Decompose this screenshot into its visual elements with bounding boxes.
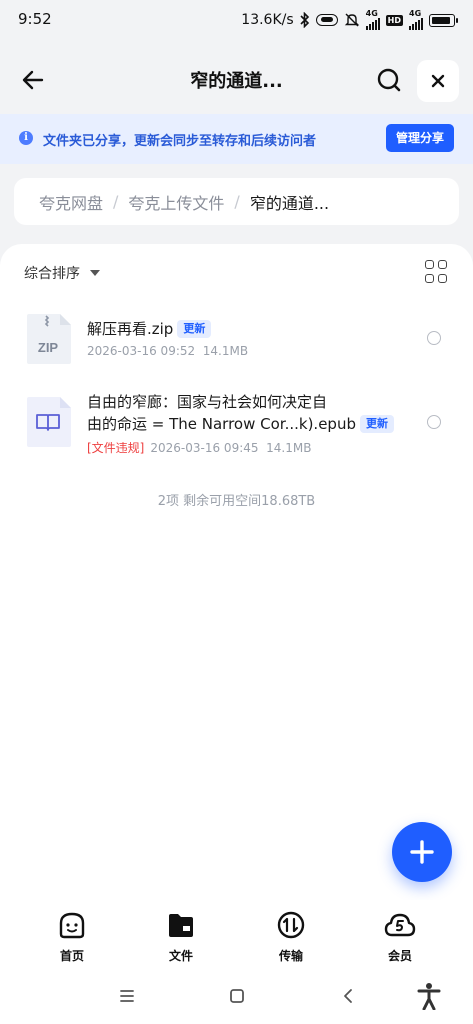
close-icon	[431, 74, 445, 88]
grid-cell-icon	[425, 274, 434, 283]
breadcrumb: 夸克网盘 / 夸克上传文件 / 窄的通道...	[14, 178, 459, 225]
tab-transfer-label: 传输	[278, 949, 303, 963]
file-meta: 2026-03-16 09:52 14.1MB	[87, 344, 248, 358]
list-item[interactable]: ZIP 解压再看.zip 更新 2026-03-16 09:52 14.1MB	[0, 306, 473, 376]
list-item[interactable]: 自由的窄廊：国家与社会如何决定自 由的命运 = The Narrow Cor..…	[0, 389, 473, 469]
tab-transfer[interactable]: 传输	[256, 910, 326, 964]
add-button[interactable]	[392, 822, 452, 882]
info-icon: i	[19, 131, 33, 145]
back-nav-button[interactable]	[333, 982, 363, 1010]
bottom-tab-bar: 首页 文件 传输 会员	[0, 900, 473, 970]
sort-dropdown[interactable]: 综合排序	[24, 263, 100, 283]
menu-lines-icon	[120, 990, 134, 1002]
signal-1: 4G	[365, 9, 380, 30]
update-badge: 更新	[177, 320, 212, 338]
svg-text:ZIP: ZIP	[38, 340, 59, 355]
accessibility-button[interactable]	[414, 982, 444, 1010]
zip-file-icon: ZIP	[27, 314, 71, 364]
battery-icon	[429, 13, 458, 27]
file-meta: [文件违规] 2026-03-16 09:45 14.1MB	[87, 439, 311, 456]
mute-bell-icon	[344, 13, 359, 27]
file-size: 14.1MB	[202, 344, 249, 358]
signal-2: 4G	[409, 10, 423, 30]
select-radio[interactable]	[427, 331, 441, 345]
file-date: 2026-03-16 09:52	[87, 344, 196, 358]
search-icon	[377, 68, 401, 92]
home-nav-button[interactable]	[222, 982, 252, 1010]
plus-icon	[410, 840, 434, 864]
file-name-line-1: 自由的窄廊：国家与社会如何决定自	[87, 393, 328, 411]
nav-bar: 窄的通道...	[0, 55, 473, 105]
net-type-1: 4G	[365, 9, 378, 18]
breadcrumb-item-root[interactable]: 夸克网盘	[39, 190, 103, 214]
folder-icon	[169, 914, 193, 937]
grid-cell-icon	[438, 274, 447, 283]
file-size: 14.1MB	[266, 441, 312, 455]
violation-label: [文件违规]	[87, 441, 145, 455]
menu-button[interactable]	[112, 982, 142, 1010]
file-name-line-2: 由的命运 = The Narrow Cor...k).epub 更新	[87, 413, 394, 435]
grid-cell-icon	[438, 260, 447, 269]
caret-down-icon	[90, 270, 100, 276]
file-name: 自由的窄廊：国家与社会如何决定自 由的命运 = The Narrow Cor..…	[87, 391, 394, 435]
home-face-icon	[59, 912, 85, 939]
transfer-icon	[277, 911, 305, 939]
tab-home[interactable]: 首页	[37, 910, 107, 964]
tab-home-label: 首页	[59, 949, 84, 963]
member-cloud-icon	[384, 913, 416, 937]
chevron-left-icon	[344, 989, 352, 1003]
grid-view-toggle[interactable]	[425, 260, 449, 284]
signal-bars-1-icon	[365, 18, 380, 30]
grid-cell-icon	[425, 260, 434, 269]
bluetooth-icon	[300, 12, 309, 28]
breadcrumb-separator: /	[113, 192, 119, 211]
tab-member-label: 会员	[387, 949, 412, 963]
tab-files[interactable]: 文件	[146, 910, 216, 964]
search-button[interactable]	[368, 61, 410, 99]
file-name-text: 解压再看.zip	[87, 320, 174, 338]
accessibility-icon	[417, 983, 441, 1010]
share-banner: i 文件夹已分享，更新会同步至转存和后续访问者 管理分享	[0, 114, 473, 164]
select-radio[interactable]	[427, 415, 441, 429]
net-type-2: 4G	[409, 9, 422, 18]
sort-label: 综合排序	[24, 266, 80, 282]
manage-share-button[interactable]: 管理分享	[386, 124, 454, 152]
net-speed: 13.6K/s	[241, 12, 294, 28]
tab-files-label: 文件	[168, 949, 193, 963]
status-bar: 9:52 13.6K/s 4G HD 4G	[0, 0, 473, 40]
share-banner-text: 文件夹已分享，更新会同步至转存和后续访问者	[43, 134, 317, 149]
status-time: 9:52	[18, 10, 52, 28]
square-home-icon	[230, 989, 244, 1003]
breadcrumb-item-current: 窄的通道...	[249, 193, 330, 213]
close-button[interactable]	[417, 60, 459, 102]
update-badge: 更新	[359, 415, 394, 433]
file-name-line-2-text: 由的命运 = The Narrow Cor...k).epub	[87, 415, 356, 433]
epub-file-icon	[27, 397, 71, 447]
file-date: 2026-03-16 09:45	[150, 441, 259, 455]
tab-member[interactable]: 会员	[365, 910, 435, 964]
storage-summary: 2项 剩余可用空间18.68TB	[157, 494, 316, 509]
status-icons: 13.6K/s 4G HD 4G	[241, 9, 458, 30]
system-nav-bar	[0, 970, 473, 1024]
hd-badge: HD	[385, 14, 403, 26]
breadcrumb-separator: /	[234, 192, 240, 211]
signal-bars-2-icon	[409, 18, 423, 30]
breadcrumb-item-upload[interactable]: 夸克上传文件	[128, 190, 224, 214]
file-name: 解压再看.zip 更新	[87, 318, 212, 340]
vibrate-pill-icon	[315, 14, 338, 26]
